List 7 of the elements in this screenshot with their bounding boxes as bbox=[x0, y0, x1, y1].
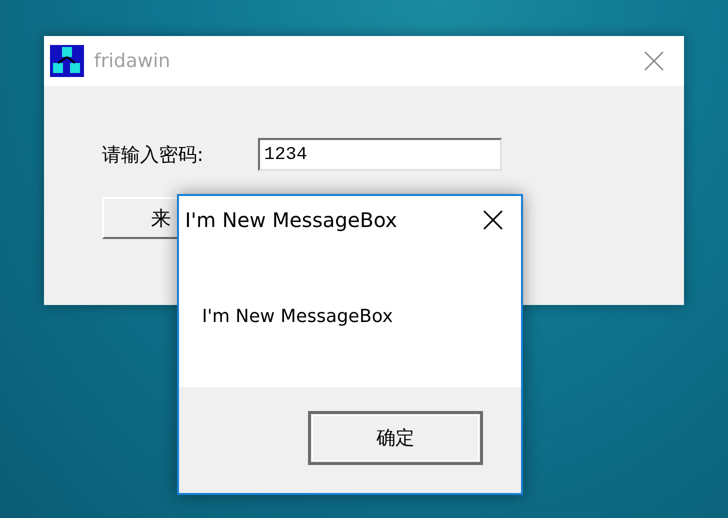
password-field[interactable]: 1234 bbox=[258, 138, 502, 171]
message-text: I'm New MessageBox bbox=[202, 306, 393, 327]
close-icon[interactable] bbox=[483, 210, 503, 230]
cubes-icon bbox=[50, 45, 84, 77]
password-label: 请输入密码: bbox=[102, 142, 204, 168]
window-title: fridawin bbox=[94, 50, 172, 72]
ok-button[interactable]: 确定 bbox=[308, 411, 483, 465]
